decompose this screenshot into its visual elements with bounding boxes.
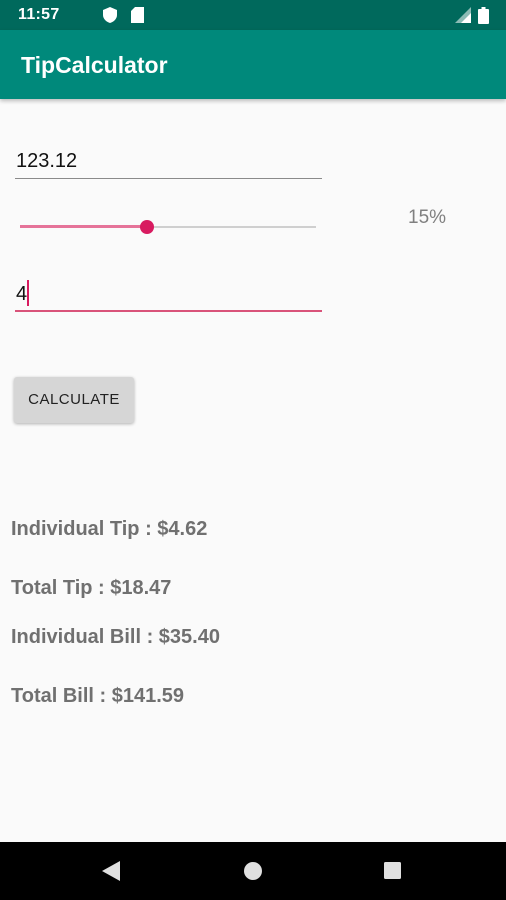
bill-amount-underline — [15, 178, 322, 179]
individual-tip-text: Individual Tip : $4.62 — [11, 518, 208, 540]
home-icon[interactable] — [244, 862, 262, 885]
recents-icon[interactable] — [384, 862, 401, 884]
seekbar-progress — [20, 225, 148, 228]
tip-percent-seekbar[interactable] — [20, 212, 316, 242]
signal-icon — [455, 7, 471, 28]
people-count-underline — [15, 310, 322, 312]
shield-icon — [103, 7, 117, 28]
status-bar: 11:57 — [0, 0, 506, 30]
people-count-input[interactable]: 4 — [16, 283, 27, 306]
app-bar: TipCalculator — [0, 30, 506, 99]
battery-icon — [478, 7, 489, 29]
status-time: 11:57 — [18, 6, 60, 23]
back-icon[interactable] — [102, 861, 120, 886]
total-tip-text: Total Tip : $18.47 — [11, 577, 172, 599]
navigation-bar — [0, 842, 506, 900]
tip-percent-label: 15% — [408, 207, 447, 228]
sd-card-icon — [131, 7, 144, 28]
bill-amount-input[interactable]: 123.12 — [16, 150, 77, 173]
total-bill-text: Total Bill : $141.59 — [11, 685, 185, 707]
seekbar-thumb[interactable] — [140, 220, 155, 234]
individual-bill-text: Individual Bill : $35.40 — [11, 626, 220, 648]
app-title: TipCalculator — [21, 52, 168, 78]
text-cursor — [27, 280, 29, 306]
calculate-button[interactable]: CALCULATE — [14, 377, 134, 423]
